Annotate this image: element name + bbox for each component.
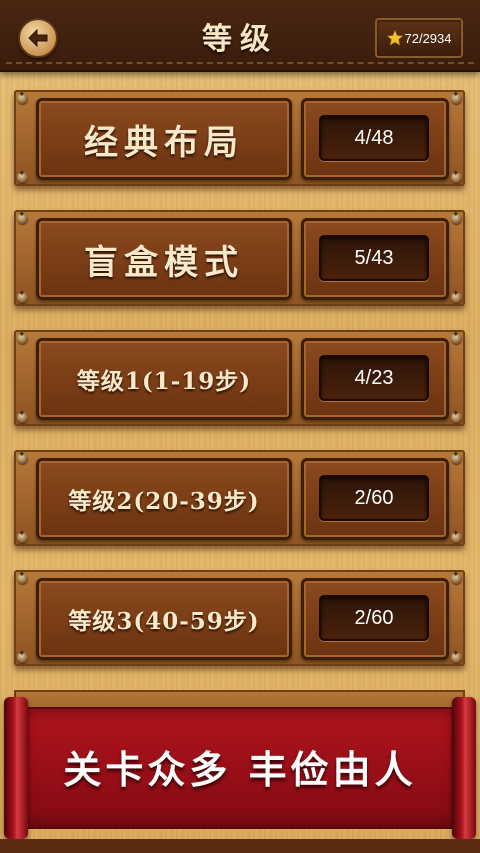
- bottom-strip: [0, 839, 480, 853]
- star-count-text: 72/2934: [404, 30, 452, 46]
- bolt-icon: [451, 330, 462, 344]
- bolt-icon: [451, 210, 462, 224]
- level-row: 盲盒模式 5/43: [14, 210, 465, 306]
- level-name-button[interactable]: 经典布局: [36, 98, 292, 180]
- level-progress: 2/60: [354, 486, 394, 509]
- level-progress-plate: 4/23: [301, 338, 449, 420]
- level-row: 等级1(1-19步) 4/23: [14, 330, 465, 426]
- level-progress-box: 2/60: [319, 595, 429, 641]
- level-progress: 4/23: [354, 366, 394, 389]
- bolt-icon: [17, 570, 28, 584]
- bolt-icon: [451, 409, 462, 423]
- level-progress-box: 2/60: [319, 475, 429, 521]
- level-name: 经典布局: [84, 122, 244, 163]
- bolt-icon: [17, 289, 28, 303]
- level-row: 经典布局 4/48: [14, 90, 465, 186]
- bolt-icon: [17, 529, 28, 543]
- level-progress-box: 4/48: [319, 115, 429, 161]
- star-icon: [386, 30, 403, 46]
- bolt-icon: [451, 90, 462, 104]
- level-progress-box: 4/23: [319, 355, 429, 401]
- level-name-button[interactable]: 盲盒模式: [36, 218, 292, 300]
- bolt-icon: [451, 649, 462, 663]
- level-row: 等级2(20-39步) 2/60: [14, 450, 465, 546]
- level-name-button[interactable]: 等级1(1-19步): [36, 338, 292, 420]
- level-name: 等级2(20-39步): [68, 488, 260, 515]
- level-name: 等级3(40-59步): [68, 608, 260, 635]
- top-bar: 等级 72/2934: [0, 0, 480, 72]
- level-progress: 2/60: [354, 606, 394, 629]
- bolt-icon: [17, 649, 28, 663]
- level-name: 盲盒模式: [84, 242, 244, 283]
- bolt-icon: [17, 210, 28, 224]
- bolt-icon: [17, 450, 28, 464]
- level-progress-plate: 2/60: [301, 458, 449, 540]
- bolt-icon: [17, 90, 28, 104]
- bolt-icon: [17, 409, 28, 423]
- level-row: 等级3(40-59步) 2/60: [14, 570, 465, 666]
- bolt-icon: [17, 169, 28, 183]
- banner-slogan: 关卡众多 丰俭由人: [63, 747, 417, 792]
- level-progress-box: 5/43: [319, 235, 429, 281]
- level-name: 等级1(1-19步): [76, 368, 252, 395]
- bolt-icon: [451, 289, 462, 303]
- bolt-icon: [451, 450, 462, 464]
- level-progress: 5/43: [354, 246, 394, 269]
- level-progress-plate: 4/48: [301, 98, 449, 180]
- promo-banner: 关卡众多 丰俭由人: [0, 697, 480, 839]
- bolt-icon: [451, 529, 462, 543]
- level-progress-plate: 5/43: [301, 218, 449, 300]
- level-name-button[interactable]: 等级2(20-39步): [36, 458, 292, 540]
- bolt-icon: [451, 169, 462, 183]
- bolt-icon: [17, 330, 28, 344]
- level-progress: 4/48: [354, 126, 394, 149]
- bolt-icon: [451, 570, 462, 584]
- header-stitch: [6, 62, 474, 64]
- star-counter: 72/2934: [375, 18, 463, 58]
- level-progress-plate: 2/60: [301, 578, 449, 660]
- level-name-button[interactable]: 等级3(40-59步): [36, 578, 292, 660]
